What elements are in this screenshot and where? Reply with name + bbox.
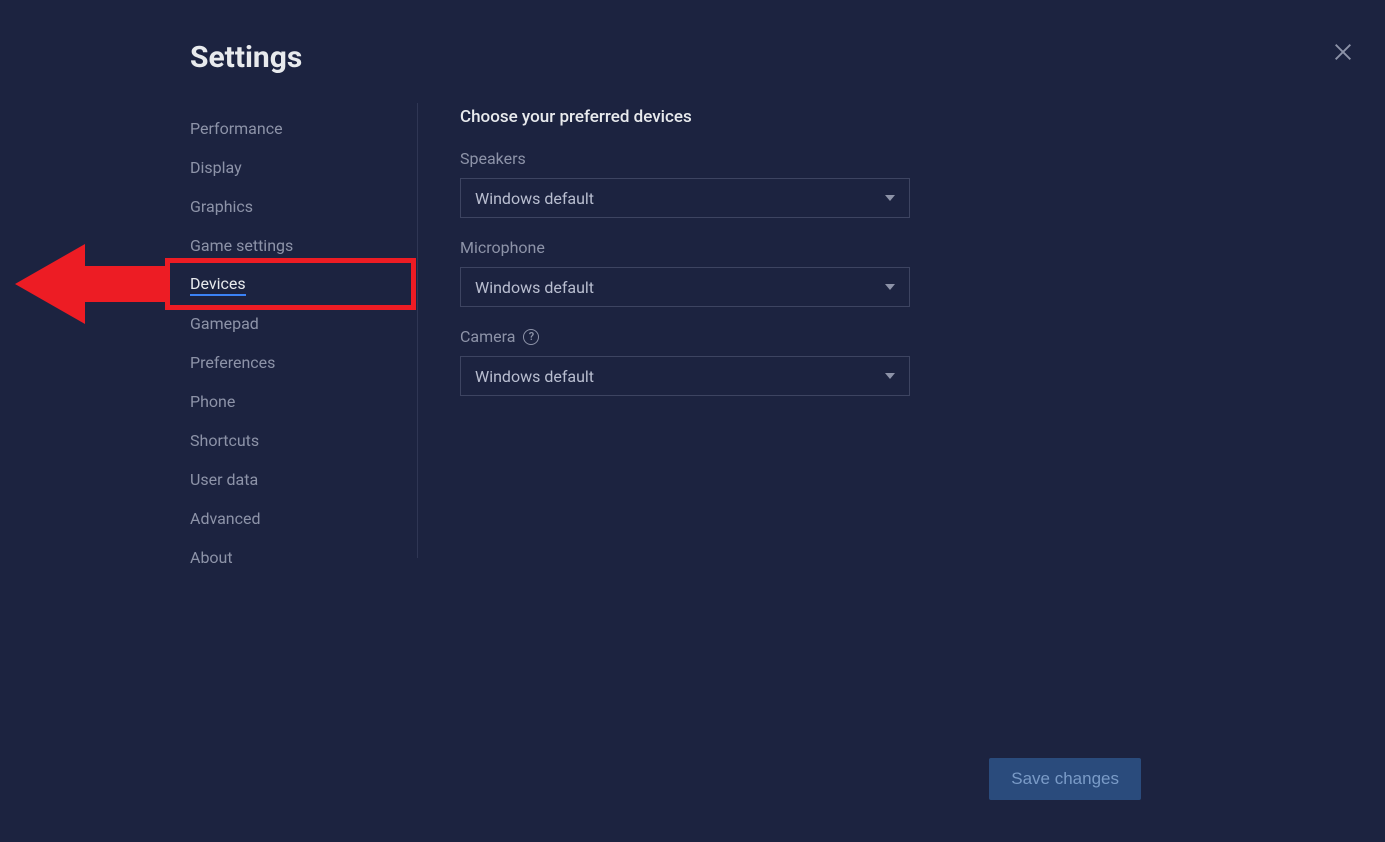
speakers-value: Windows default <box>475 189 594 208</box>
sidebar-item-preferences[interactable]: Preferences <box>190 343 417 382</box>
camera-value: Windows default <box>475 367 594 386</box>
sidebar: Performance Display Graphics Game settin… <box>190 103 418 558</box>
speakers-dropdown[interactable]: Windows default <box>460 178 910 218</box>
sidebar-item-label: Phone <box>190 392 235 411</box>
sidebar-item-shortcuts[interactable]: Shortcuts <box>190 421 417 460</box>
sidebar-item-label: Gamepad <box>190 314 259 333</box>
sidebar-item-gamepad[interactable]: Gamepad <box>190 304 417 343</box>
microphone-dropdown[interactable]: Windows default <box>460 267 910 307</box>
sidebar-item-label: Advanced <box>190 509 261 528</box>
sidebar-item-game-settings[interactable]: Game settings <box>190 226 417 265</box>
sidebar-item-label: Devices <box>190 274 246 296</box>
page-title: Settings <box>190 40 1385 75</box>
sidebar-item-label: Shortcuts <box>190 431 259 450</box>
chevron-down-icon <box>885 284 895 290</box>
close-button[interactable] <box>1329 38 1357 66</box>
sidebar-item-label: User data <box>190 470 258 489</box>
sidebar-item-label: Display <box>190 158 242 177</box>
help-icon[interactable]: ? <box>523 329 539 345</box>
save-changes-button[interactable]: Save changes <box>989 758 1141 800</box>
sidebar-item-user-data[interactable]: User data <box>190 460 417 499</box>
sidebar-item-display[interactable]: Display <box>190 148 417 187</box>
sidebar-item-label: Graphics <box>190 197 253 216</box>
sidebar-item-label: Game settings <box>190 236 293 255</box>
main-panel: Choose your preferred devices Speakers W… <box>418 103 910 842</box>
section-heading: Choose your preferred devices <box>460 107 910 127</box>
chevron-down-icon <box>885 373 895 379</box>
camera-dropdown[interactable]: Windows default <box>460 356 910 396</box>
sidebar-item-label: About <box>190 548 233 567</box>
sidebar-item-devices[interactable]: Devices <box>190 265 417 304</box>
sidebar-item-about[interactable]: About <box>190 538 417 577</box>
sidebar-item-performance[interactable]: Performance <box>190 109 417 148</box>
camera-label: Camera <box>460 327 515 346</box>
sidebar-item-graphics[interactable]: Graphics <box>190 187 417 226</box>
sidebar-item-label: Preferences <box>190 353 275 372</box>
sidebar-item-phone[interactable]: Phone <box>190 382 417 421</box>
form-group-microphone: Microphone Windows default <box>460 238 910 307</box>
chevron-down-icon <box>885 195 895 201</box>
sidebar-item-label: Performance <box>190 119 283 138</box>
microphone-label: Microphone <box>460 238 545 257</box>
form-group-camera: Camera ? Windows default <box>460 327 910 396</box>
form-group-speakers: Speakers Windows default <box>460 149 910 218</box>
microphone-value: Windows default <box>475 278 594 297</box>
sidebar-item-advanced[interactable]: Advanced <box>190 499 417 538</box>
speakers-label: Speakers <box>460 149 526 168</box>
close-icon <box>1332 41 1354 63</box>
